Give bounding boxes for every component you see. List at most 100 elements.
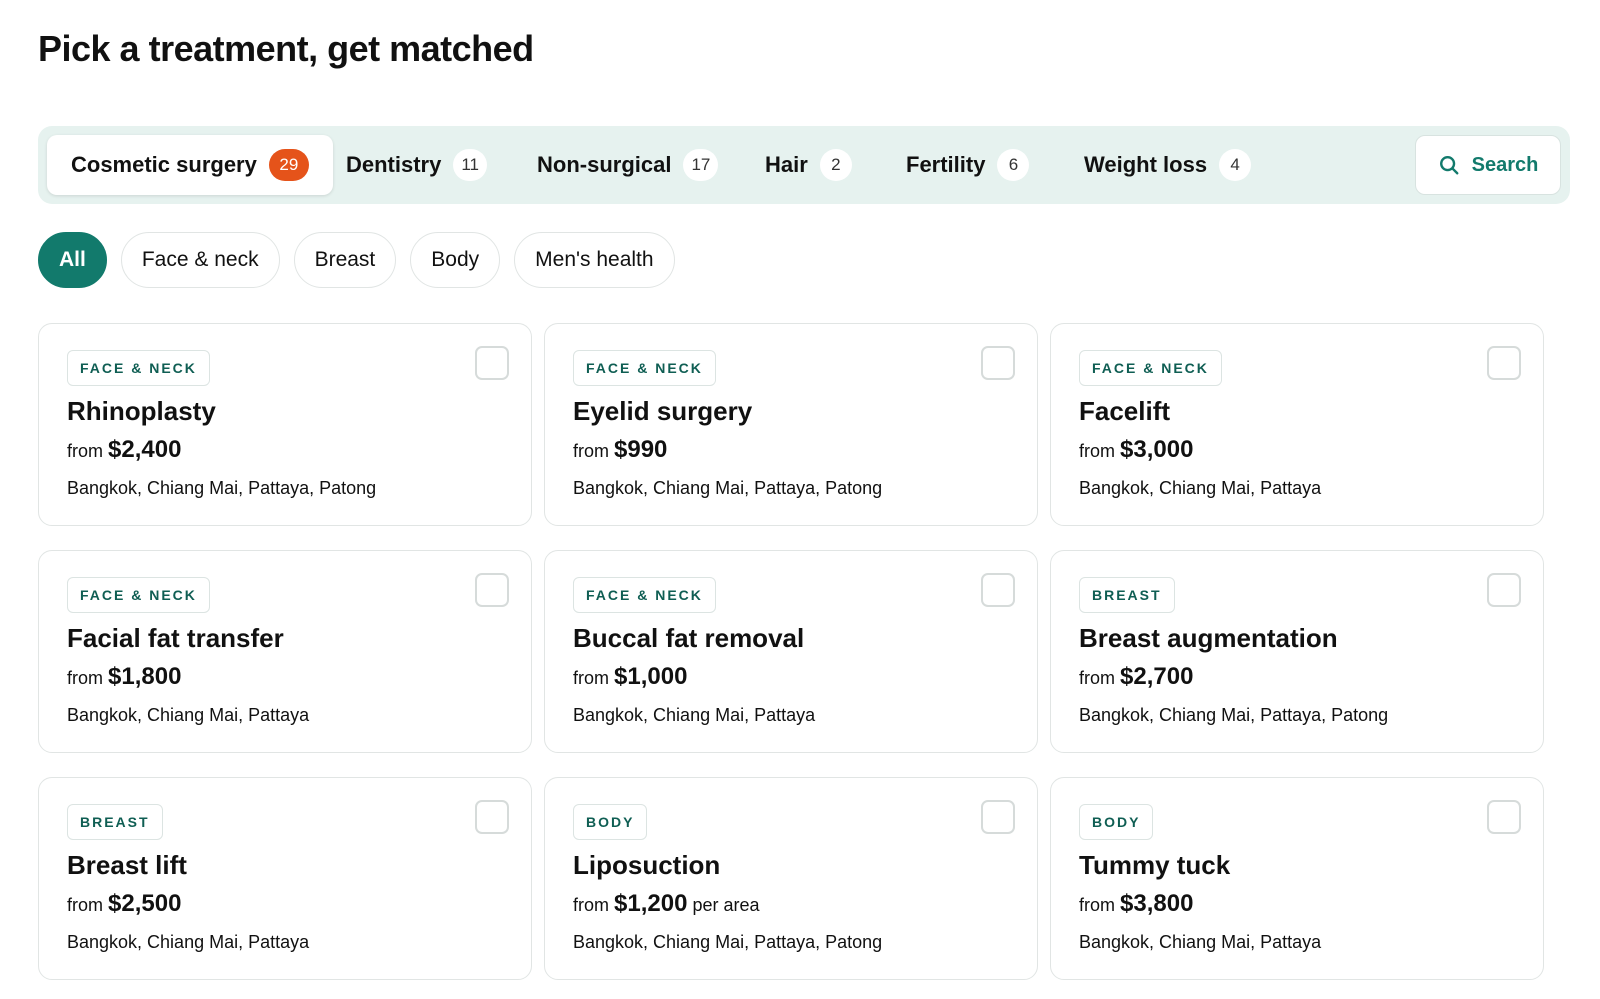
- category-tag: BREAST: [1079, 577, 1175, 613]
- treatment-name: Buccal fat removal: [573, 623, 805, 653]
- treatment-price: from $1,200 per area: [573, 890, 759, 918]
- treatment-card-rhinoplasty[interactable]: FACE & NECK Rhinoplasty from $2,400 Bang…: [38, 323, 532, 526]
- treatment-price: from $2,700: [1079, 663, 1193, 691]
- search-button[interactable]: Search: [1415, 135, 1561, 195]
- treatment-card-breast-lift[interactable]: BREAST Breast lift from $2,500 Bangkok, …: [38, 777, 532, 980]
- category-tab-bar: Cosmetic surgery 29 Dentistry 11 Non-sur…: [38, 126, 1570, 204]
- treatment-name: Facial fat transfer: [67, 623, 284, 653]
- treatment-card-facelift[interactable]: FACE & NECK Facelift from $3,000 Bangkok…: [1050, 323, 1544, 526]
- treatment-name: Tummy tuck: [1079, 850, 1231, 880]
- subcategory-filters: All Face & neck Breast Body Men's health: [38, 232, 675, 288]
- tab-label: Hair: [765, 152, 808, 177]
- category-tag: FACE & NECK: [1079, 350, 1222, 386]
- category-tag: BODY: [1079, 804, 1154, 840]
- price-amount: $1,000: [614, 663, 688, 690]
- treatment-name: Breast lift: [67, 850, 187, 880]
- filter-chip-face-neck[interactable]: Face & neck: [120, 232, 280, 288]
- treatment-card-eyelid-surgery[interactable]: FACE & NECK Eyelid surgery from $990 Ban…: [544, 323, 1038, 526]
- category-tag: BODY: [573, 804, 648, 840]
- tab-label: Fertility: [906, 152, 986, 177]
- treatment-card-tummy-tuck[interactable]: BODY Tummy tuck from $3,800 Bangkok, Chi…: [1050, 777, 1544, 980]
- price-prefix: from: [67, 441, 103, 461]
- treatment-price: from $1,000: [573, 663, 687, 691]
- treatment-name: Breast augmentation: [1079, 623, 1338, 653]
- treatment-locations: Bangkok, Chiang Mai, Pattaya, Patong: [1079, 705, 1389, 725]
- category-tag: BREAST: [67, 804, 163, 840]
- treatment-locations: Bangkok, Chiang Mai, Pattaya, Patong: [67, 478, 377, 498]
- treatment-card-liposuction[interactable]: BODY Liposuction from $1,200 per area Ba…: [544, 777, 1038, 980]
- tab-non-surgical[interactable]: Non-surgical 17: [513, 135, 742, 195]
- category-tag: FACE & NECK: [67, 350, 210, 386]
- treatment-price: from $2,400: [67, 436, 181, 464]
- select-checkbox[interactable]: [1487, 573, 1521, 607]
- treatment-name: Eyelid surgery: [573, 396, 753, 426]
- tab-count-badge: 4: [1219, 149, 1252, 181]
- treatment-price: from $3,800: [1079, 890, 1193, 918]
- category-tag: FACE & NECK: [573, 577, 716, 613]
- page-title: Pick a treatment, get matched: [38, 28, 534, 69]
- tab-cosmetic-surgery[interactable]: Cosmetic surgery 29: [47, 135, 333, 195]
- tab-hair[interactable]: Hair 2: [741, 135, 876, 195]
- select-checkbox[interactable]: [981, 800, 1015, 834]
- treatment-locations: Bangkok, Chiang Mai, Pattaya, Patong: [573, 478, 883, 498]
- price-prefix: from: [1079, 441, 1115, 461]
- treatment-card-facial-fat-transfer[interactable]: FACE & NECK Facial fat transfer from $1,…: [38, 550, 532, 753]
- treatment-card-breast-augmentation[interactable]: BREAST Breast augmentation from $2,700 B…: [1050, 550, 1544, 753]
- treatment-price: from $3,000: [1079, 436, 1193, 464]
- filter-chip-all[interactable]: All: [38, 232, 107, 288]
- search-label: Search: [1471, 153, 1539, 176]
- treatment-locations: Bangkok, Chiang Mai, Pattaya: [1079, 478, 1322, 498]
- treatment-locations: Bangkok, Chiang Mai, Pattaya, Patong: [573, 932, 883, 952]
- search-icon: [1439, 156, 1459, 175]
- filter-chip-mens-health[interactable]: Men's health: [514, 232, 675, 288]
- select-checkbox[interactable]: [475, 800, 509, 834]
- treatment-card-buccal-fat-removal[interactable]: FACE & NECK Buccal fat removal from $1,0…: [544, 550, 1038, 753]
- price-amount: $2,700: [1120, 663, 1194, 690]
- price-amount: $1,200: [614, 890, 688, 917]
- select-checkbox[interactable]: [981, 346, 1015, 380]
- tab-count-badge: 11: [453, 149, 488, 181]
- select-checkbox[interactable]: [475, 573, 509, 607]
- treatment-locations: Bangkok, Chiang Mai, Pattaya: [67, 705, 310, 725]
- price-prefix: from: [573, 668, 609, 688]
- price-amount: $1,800: [108, 663, 182, 690]
- price-amount: $990: [614, 436, 668, 463]
- price-amount: $3,800: [1120, 890, 1194, 917]
- category-tag: FACE & NECK: [573, 350, 716, 386]
- price-prefix: from: [1079, 895, 1115, 915]
- price-prefix: from: [67, 895, 103, 915]
- price-amount: $2,400: [108, 436, 182, 463]
- tab-fertility[interactable]: Fertility 6: [882, 135, 1053, 195]
- treatment-price: from $2,500: [67, 890, 181, 918]
- category-tag: FACE & NECK: [67, 577, 210, 613]
- tab-label: Non-surgical: [537, 152, 672, 177]
- tab-label: Weight loss: [1084, 152, 1208, 177]
- treatment-locations: Bangkok, Chiang Mai, Pattaya: [67, 932, 310, 952]
- tab-count-badge: 6: [997, 149, 1030, 181]
- price-amount: $3,000: [1120, 436, 1194, 463]
- treatment-price: from $990: [573, 436, 667, 464]
- price-suffix: per area: [692, 895, 760, 915]
- treatment-price: from $1,800: [67, 663, 181, 691]
- price-prefix: from: [573, 895, 609, 915]
- tab-weight-loss[interactable]: Weight loss 4: [1060, 135, 1275, 195]
- treatment-name: Liposuction: [573, 850, 721, 880]
- treatment-locations: Bangkok, Chiang Mai, Pattaya: [573, 705, 816, 725]
- tab-count-badge: 2: [819, 149, 852, 181]
- select-checkbox[interactable]: [981, 573, 1015, 607]
- filter-chip-body[interactable]: Body: [410, 232, 501, 288]
- treatment-name: Facelift: [1079, 396, 1171, 426]
- select-checkbox[interactable]: [1487, 346, 1521, 380]
- price-prefix: from: [1079, 668, 1115, 688]
- tab-label: Dentistry: [346, 152, 442, 177]
- price-prefix: from: [67, 668, 103, 688]
- tab-dentistry[interactable]: Dentistry 11: [322, 135, 511, 195]
- tab-count-badge: 17: [683, 149, 719, 181]
- tab-count-badge: 29: [268, 149, 309, 181]
- treatment-name: Rhinoplasty: [67, 396, 216, 426]
- select-checkbox[interactable]: [475, 346, 509, 380]
- select-checkbox[interactable]: [1487, 800, 1521, 834]
- filter-chip-breast[interactable]: Breast: [293, 232, 397, 288]
- price-prefix: from: [573, 441, 609, 461]
- tab-label: Cosmetic surgery: [71, 152, 257, 177]
